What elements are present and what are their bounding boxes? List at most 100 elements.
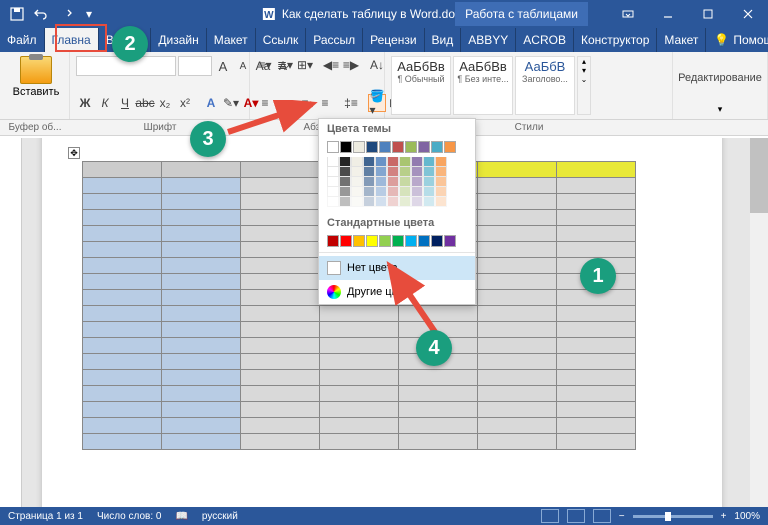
table-cell[interactable] <box>478 338 557 354</box>
color-tint[interactable] <box>375 177 387 187</box>
paste-button[interactable]: Вставить <box>13 86 60 98</box>
text-effects-icon[interactable]: A <box>202 94 220 112</box>
table-cell[interactable] <box>162 370 241 386</box>
color-tint[interactable] <box>363 187 375 197</box>
color-tint[interactable] <box>387 197 399 207</box>
table-cell[interactable] <box>83 418 162 434</box>
tab-acrobat[interactable]: ACROB <box>516 28 574 52</box>
table-cell[interactable] <box>241 274 320 290</box>
table-cell[interactable] <box>241 434 320 450</box>
color-swatch[interactable] <box>366 235 378 247</box>
color-swatch[interactable] <box>431 235 443 247</box>
tab-table-layout[interactable]: Макет <box>657 28 706 52</box>
table-cell[interactable] <box>162 306 241 322</box>
color-tint[interactable] <box>423 177 435 187</box>
maximize-icon[interactable] <box>688 0 728 28</box>
table-cell[interactable] <box>478 210 557 226</box>
table-cell[interactable] <box>162 274 241 290</box>
table-cell[interactable] <box>162 418 241 434</box>
table-cell[interactable] <box>320 370 399 386</box>
table-cell[interactable] <box>162 402 241 418</box>
color-tint[interactable] <box>351 187 363 197</box>
color-tint[interactable] <box>327 157 339 167</box>
table-cell[interactable] <box>241 322 320 338</box>
color-tint[interactable] <box>387 187 399 197</box>
table-cell[interactable] <box>83 306 162 322</box>
table-cell[interactable] <box>83 210 162 226</box>
table-cell[interactable] <box>557 354 636 370</box>
zoom-level[interactable]: 100% <box>734 511 760 522</box>
superscript-button[interactable]: x² <box>176 94 194 112</box>
color-swatch[interactable] <box>405 141 417 153</box>
color-tint[interactable] <box>399 177 411 187</box>
grow-font-icon[interactable]: A <box>214 57 232 75</box>
table-cell[interactable] <box>162 194 241 210</box>
color-swatch[interactable] <box>418 235 430 247</box>
color-tint[interactable] <box>327 197 339 207</box>
color-tint[interactable] <box>423 187 435 197</box>
close-icon[interactable] <box>728 0 768 28</box>
table-cell[interactable] <box>399 434 478 450</box>
table-cell[interactable] <box>241 194 320 210</box>
table-cell[interactable] <box>162 434 241 450</box>
tab-mailings[interactable]: Рассыл <box>306 28 363 52</box>
color-swatch[interactable] <box>340 141 352 153</box>
table-cell[interactable] <box>83 194 162 210</box>
table-cell[interactable] <box>162 290 241 306</box>
color-tint[interactable] <box>363 157 375 167</box>
color-tint[interactable] <box>327 187 339 197</box>
color-tint[interactable] <box>351 167 363 177</box>
color-tint[interactable] <box>411 187 423 197</box>
table-cell[interactable] <box>399 370 478 386</box>
color-tint[interactable] <box>399 167 411 177</box>
table-cell[interactable] <box>478 178 557 194</box>
table-cell[interactable] <box>83 354 162 370</box>
table-cell[interactable] <box>162 322 241 338</box>
table-cell[interactable] <box>557 386 636 402</box>
table-cell[interactable] <box>83 434 162 450</box>
table-cell[interactable] <box>83 274 162 290</box>
color-swatch[interactable] <box>405 235 417 247</box>
scroll-thumb[interactable] <box>750 138 768 213</box>
table-cell[interactable] <box>478 242 557 258</box>
table-cell[interactable] <box>83 178 162 194</box>
table-cell[interactable] <box>478 386 557 402</box>
table-cell[interactable] <box>83 258 162 274</box>
table-cell[interactable] <box>162 354 241 370</box>
table-cell[interactable] <box>557 434 636 450</box>
tab-abbyy[interactable]: ABBYY <box>461 28 516 52</box>
color-tint[interactable] <box>399 157 411 167</box>
table-cell[interactable] <box>320 386 399 402</box>
table-cell[interactable] <box>320 354 399 370</box>
color-tint[interactable] <box>411 177 423 187</box>
multilevel-list-icon[interactable]: ⊞▾ <box>296 56 314 74</box>
sort-icon[interactable]: A↓ <box>368 56 386 74</box>
color-tint[interactable] <box>339 167 351 177</box>
table-cell[interactable] <box>399 402 478 418</box>
minimize-icon[interactable] <box>648 0 688 28</box>
color-swatch[interactable] <box>379 141 391 153</box>
color-tint[interactable] <box>351 157 363 167</box>
color-swatch[interactable] <box>379 235 391 247</box>
web-layout-icon[interactable] <box>593 509 611 523</box>
qat-customize-icon[interactable]: ▾ <box>78 3 100 25</box>
table-cell[interactable] <box>399 418 478 434</box>
tab-review[interactable]: Рецензи <box>363 28 424 52</box>
color-tint[interactable] <box>363 177 375 187</box>
table-move-handle[interactable]: ✥ <box>68 147 80 159</box>
bullets-icon[interactable]: ≡▾ <box>256 56 274 74</box>
color-tint[interactable] <box>375 157 387 167</box>
styles-more-icon[interactable]: ▴▾⌄ <box>577 56 591 115</box>
spell-check-icon[interactable]: 📖 <box>175 511 187 522</box>
table-cell[interactable] <box>83 226 162 242</box>
table-cell[interactable] <box>478 418 557 434</box>
style-heading1[interactable]: АаБбВ Заголово... <box>515 56 575 115</box>
save-icon[interactable] <box>6 3 28 25</box>
color-swatch[interactable] <box>327 141 339 153</box>
table-cell[interactable] <box>478 306 557 322</box>
table-cell[interactable] <box>478 258 557 274</box>
color-swatch[interactable] <box>444 141 456 153</box>
font-size-select[interactable] <box>178 56 212 76</box>
color-swatch[interactable] <box>353 141 365 153</box>
tab-references[interactable]: Ссылк <box>256 28 307 52</box>
